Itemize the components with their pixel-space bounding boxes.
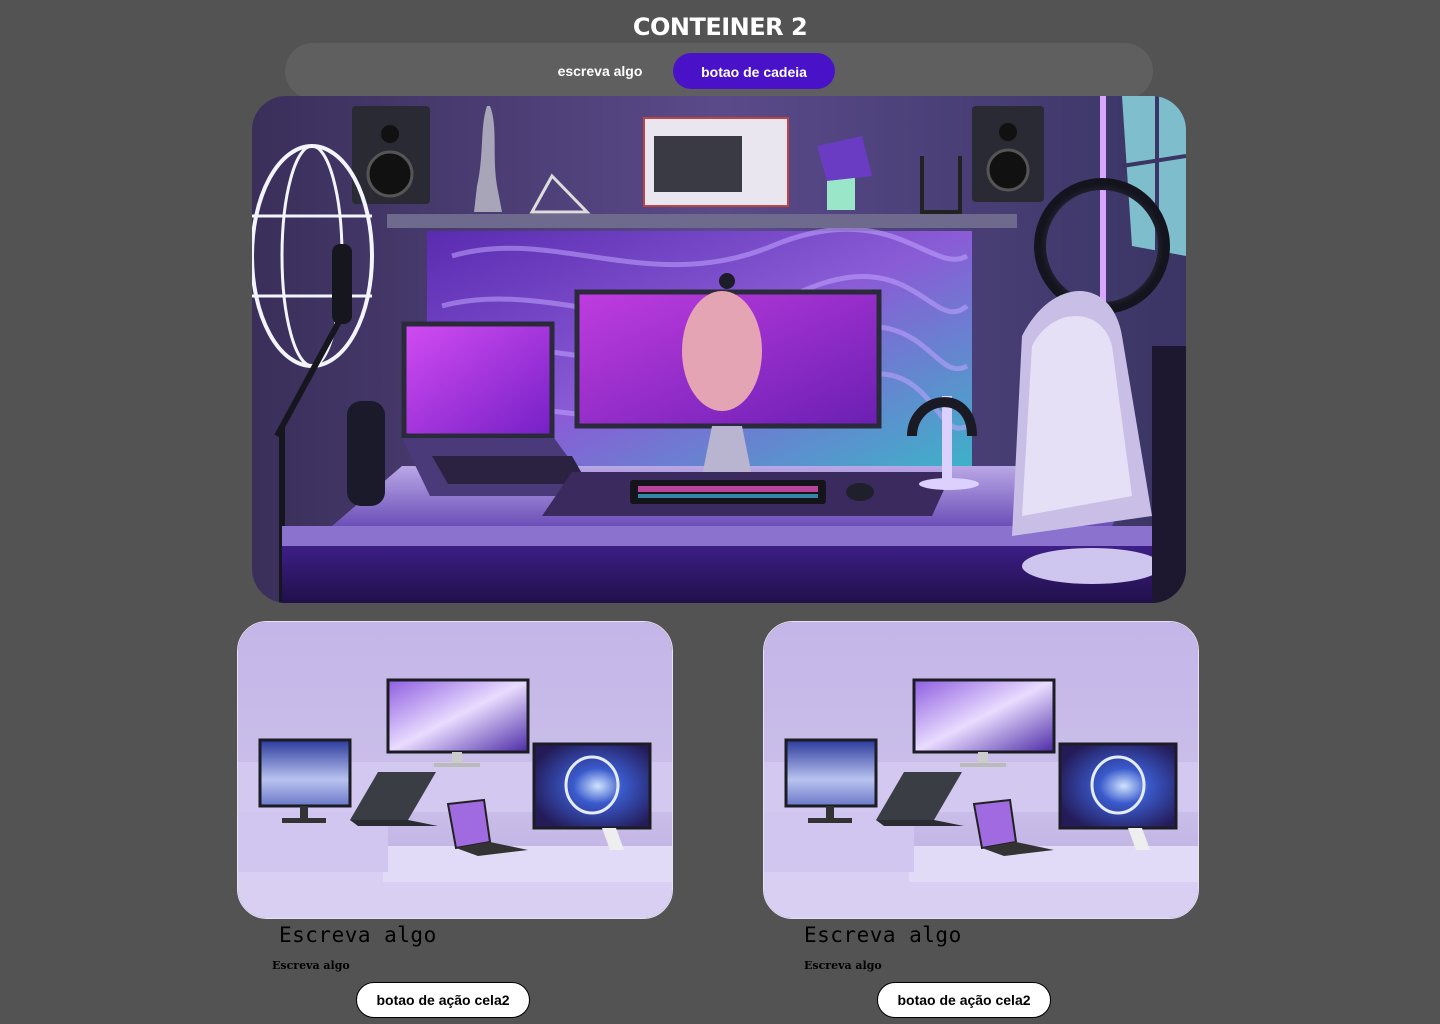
chain-button[interactable]: botao de cadeia — [673, 53, 835, 89]
hero-image — [252, 96, 1186, 603]
card-subtext: Escreva algo — [804, 959, 882, 972]
monitors-display-image — [764, 622, 1198, 918]
gaming-desk-setup-image — [252, 96, 1186, 603]
nav-text-item[interactable]: escreva algo — [540, 53, 660, 89]
monitors-display-image — [238, 622, 672, 918]
product-card-image — [763, 621, 1199, 919]
product-card-image — [237, 621, 673, 919]
card-subtext: Escreva algo — [272, 959, 350, 972]
card-heading: Escreva algo — [279, 923, 437, 947]
card-heading: Escreva algo — [804, 923, 962, 947]
page-title: CONTEINER 2 — [632, 13, 808, 41]
card-action-button[interactable]: botao de ação cela2 — [877, 982, 1051, 1018]
page: CONTEINER 2 escreva algo botao de cadeia — [0, 0, 1440, 1024]
card-action-button[interactable]: botao de ação cela2 — [356, 982, 530, 1018]
